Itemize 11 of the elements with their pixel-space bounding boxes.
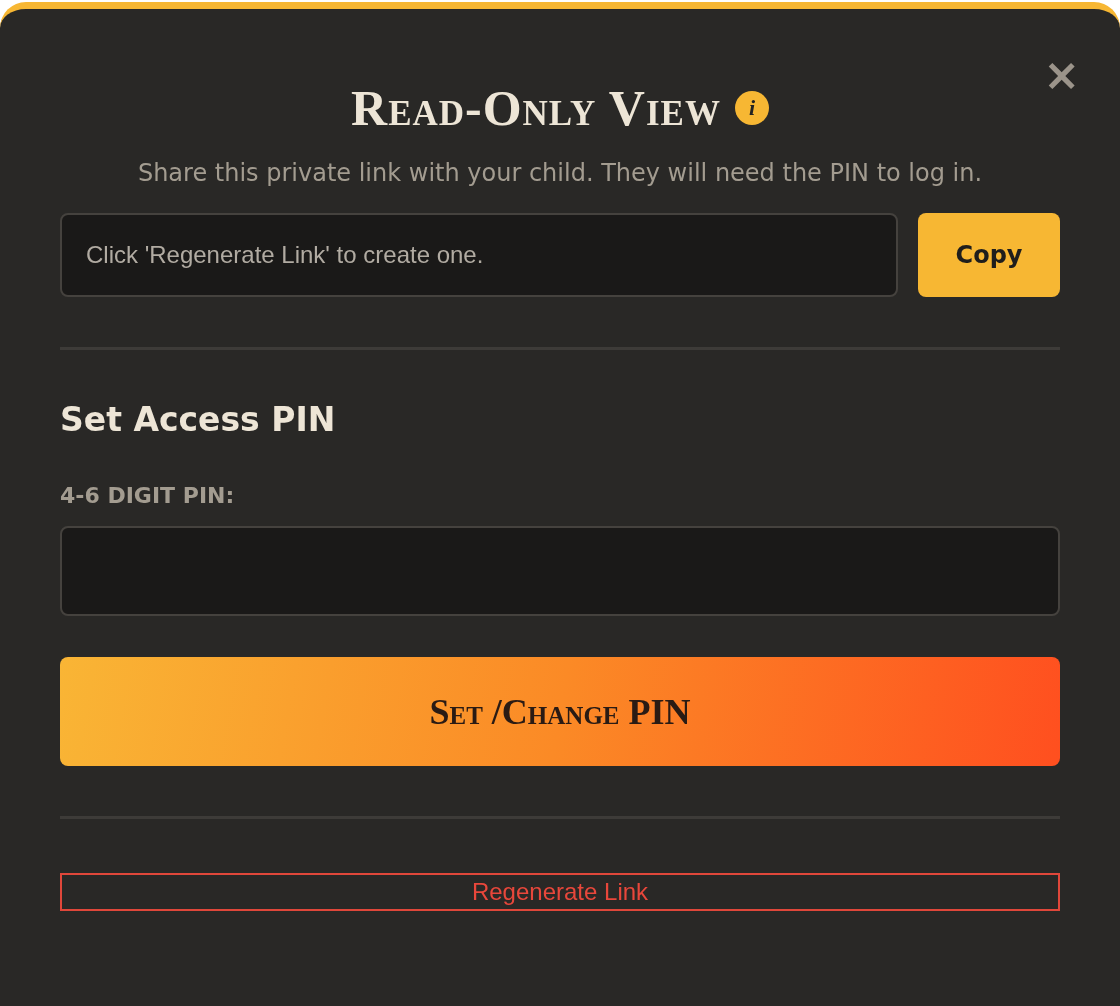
copy-button[interactable]: Copy bbox=[918, 213, 1060, 297]
dialog-title: Read-Only View bbox=[351, 79, 721, 137]
link-field[interactable]: Click 'Regenerate Link' to create one. bbox=[60, 213, 898, 297]
subtitle: Share this private link with your child. They will need the PIN to log in. bbox=[136, 159, 984, 187]
set-pin-button[interactable]: Set /Change PIN bbox=[60, 657, 1060, 766]
close-button[interactable]: × bbox=[1043, 53, 1080, 97]
section-heading: Set Access PIN bbox=[60, 400, 337, 439]
info-icon[interactable]: i bbox=[734, 91, 769, 125]
regenerate-link-button[interactable]: Regenerate Link bbox=[60, 873, 1060, 911]
field-label: 4-6 DIGIT PIN: bbox=[60, 483, 236, 508]
pin-field[interactable] bbox=[60, 526, 1060, 616]
